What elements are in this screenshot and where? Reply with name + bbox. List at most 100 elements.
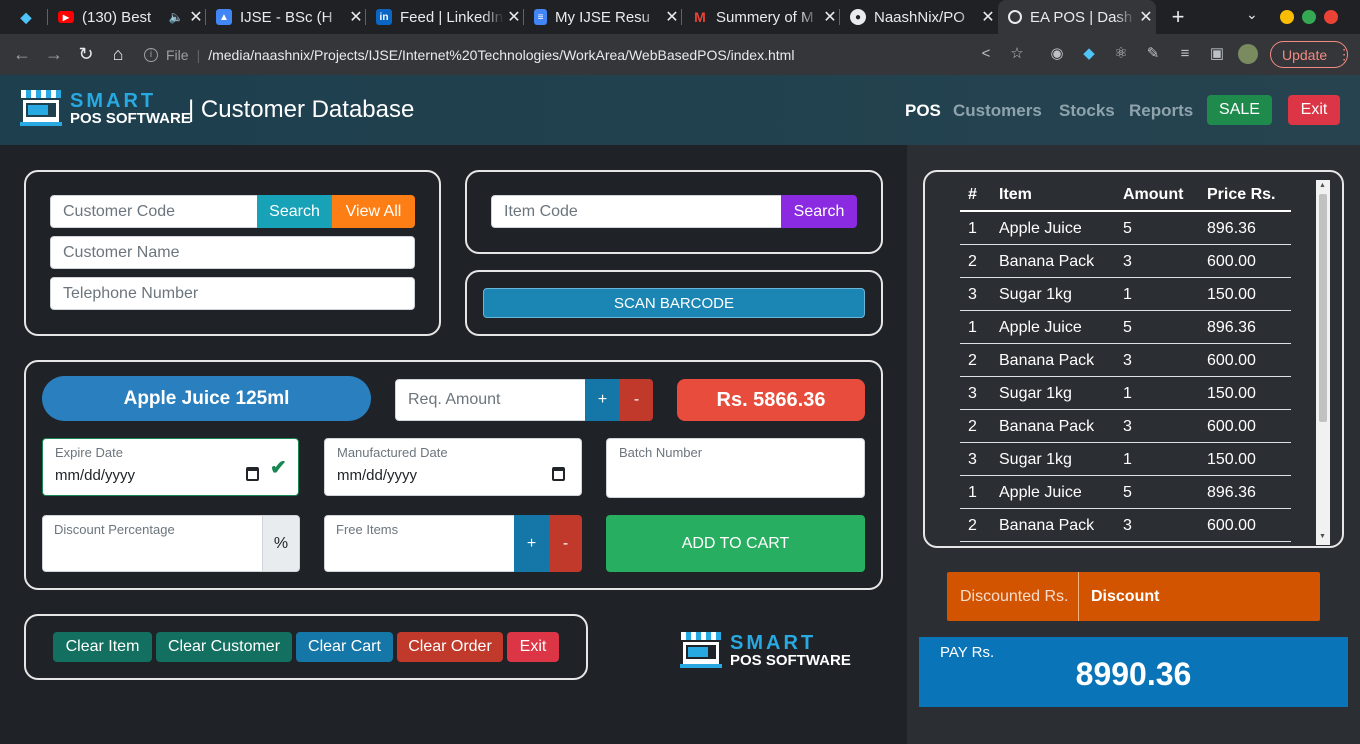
extension-react-icon[interactable]: ⚛ (1112, 45, 1130, 63)
sale-button[interactable]: SALE (1207, 95, 1272, 125)
table-row[interactable]: 2 Banana Pack 3 600.00 (960, 245, 1291, 278)
expire-date-value: mm/dd/yyyy (55, 467, 136, 484)
req-amount-input[interactable]: Req. Amount (395, 379, 587, 421)
cart-table-header: # Item Amount Price Rs. (960, 178, 1291, 212)
clear-item-button[interactable]: Clear Item (53, 632, 152, 662)
tab-pinned[interactable]: ◆ (8, 0, 48, 34)
app-logo[interactable]: SMART POS SOFTWARE (18, 88, 191, 128)
back-icon[interactable]: ← (10, 42, 34, 66)
clear-order-button[interactable]: Clear Order (397, 632, 503, 662)
row-price: 896.36 (1207, 220, 1256, 237)
update-button[interactable]: Update ⋮ (1270, 41, 1351, 68)
scroll-up-icon[interactable]: ▲ (1319, 182, 1326, 189)
calendar-icon[interactable] (552, 467, 565, 481)
row-amount: 1 (1123, 451, 1132, 468)
row-item: Sugar 1kg (999, 451, 1072, 468)
home-icon[interactable]: ⌂ (106, 42, 130, 66)
row-item: Apple Juice (999, 484, 1082, 501)
add-to-cart-button[interactable]: ADD TO CART (606, 515, 865, 572)
table-row[interactable]: 1 Apple Juice 5 896.36 (960, 476, 1291, 509)
close-icon[interactable]: ✕ (504, 7, 524, 27)
sidepanel-icon[interactable]: ▣ (1208, 45, 1226, 63)
chevron-down-icon[interactable]: ⌄ (1246, 6, 1258, 23)
address-bar[interactable]: i File | /media/naashnix/Projects/IJSE/I… (144, 40, 974, 70)
info-icon[interactable]: i (144, 48, 158, 62)
table-row[interactable]: 2 Banana Pack 3 600.00 (960, 344, 1291, 377)
table-row[interactable]: 1 Apple Juice 5 896.36 (960, 311, 1291, 344)
gem-icon: ◆ (20, 8, 32, 25)
close-icon[interactable]: ✕ (186, 7, 206, 27)
table-row[interactable]: 3 Sugar 1kg 1 150.00 (960, 377, 1291, 410)
tab-ijse[interactable]: ▲ IJSE - BSc (H ✕ (206, 0, 366, 34)
row-price: 600.00 (1207, 352, 1256, 369)
page-title: | Customer Database (188, 96, 415, 123)
maximize-button[interactable] (1302, 10, 1316, 24)
new-tab-icon[interactable]: + (1166, 4, 1190, 30)
github-icon: ● (850, 9, 866, 25)
row-number: 3 (968, 385, 977, 402)
free-items-minus-button[interactable]: - (549, 515, 582, 572)
tab-title: Summery of M (716, 8, 814, 26)
share-icon[interactable]: < (977, 45, 995, 63)
scroll-down-icon[interactable]: ▼ (1319, 533, 1326, 540)
nav-reports[interactable]: Reports (1129, 101, 1193, 121)
tab-ea-pos[interactable]: EA POS | Dash ✕ (998, 0, 1156, 34)
speaker-icon[interactable]: 🔈 (166, 10, 186, 24)
tab-youtube[interactable]: ▶ (130) Best 🔈 ✕ (48, 0, 206, 34)
cart-scrollbar[interactable]: ▲ ▼ (1316, 180, 1330, 545)
row-price: 600.00 (1207, 517, 1256, 534)
tab-docs[interactable]: ≡ My IJSE Resu ✕ (524, 0, 682, 34)
media-icon[interactable]: ≡ (1176, 45, 1194, 63)
actions-exit-button[interactable]: Exit (507, 632, 559, 662)
close-icon[interactable]: ✕ (1136, 7, 1156, 27)
close-icon[interactable]: ✕ (346, 7, 366, 27)
table-row[interactable]: 3 Sugar 1kg 1 150.00 (960, 278, 1291, 311)
telephone-input[interactable]: Telephone Number (50, 277, 415, 310)
table-row[interactable]: 1 Apple Juice 5 896.36 (960, 212, 1291, 245)
row-amount: 3 (1123, 253, 1132, 270)
calendar-icon[interactable] (246, 467, 259, 481)
clear-cart-button[interactable]: Clear Cart (296, 632, 393, 662)
req-amount-minus-button[interactable]: - (620, 379, 653, 421)
close-icon[interactable]: ✕ (820, 7, 840, 27)
logo-line1: SMART (730, 631, 817, 654)
extension-gem-icon[interactable]: ◆ (1080, 45, 1098, 63)
row-amount: 3 (1123, 352, 1132, 369)
tab-github[interactable]: ● NaashNix/PO ✕ (840, 0, 998, 34)
item-code-input[interactable]: Item Code (491, 195, 783, 228)
scan-barcode-button[interactable]: SCAN BARCODE (483, 288, 865, 318)
customer-code-input[interactable]: Customer Code (50, 195, 260, 228)
extensions-icon[interactable]: ✎ (1144, 45, 1162, 63)
nav-customers[interactable]: Customers (953, 101, 1042, 121)
cart-table: # Item Amount Price Rs. 1 Apple Juice 5 896… (960, 178, 1291, 544)
tab-linkedin[interactable]: in Feed | LinkedIn ✕ (366, 0, 524, 34)
customer-search-button[interactable]: Search (257, 195, 332, 228)
forward-icon[interactable]: → (42, 42, 66, 66)
profile-avatar[interactable] (1238, 44, 1258, 64)
free-items-plus-button[interactable]: + (514, 515, 549, 572)
nav-stocks[interactable]: Stocks (1059, 101, 1115, 121)
header-exit-button[interactable]: Exit (1288, 95, 1340, 125)
close-icon[interactable]: ✕ (978, 7, 998, 27)
req-amount-plus-button[interactable]: + (585, 379, 620, 421)
tab-gmail[interactable]: M Summery of M ✕ (682, 0, 840, 34)
reload-icon[interactable]: ↻ (74, 42, 98, 66)
customer-name-input[interactable]: Customer Name (50, 236, 415, 269)
item-search-button[interactable]: Search (781, 195, 857, 228)
star-icon[interactable]: ☆ (1008, 45, 1026, 63)
clear-customer-button[interactable]: Clear Customer (156, 632, 292, 662)
row-number: 2 (968, 352, 977, 369)
row-item: Banana Pack (999, 352, 1095, 369)
close-icon[interactable]: ✕ (662, 7, 682, 27)
view-all-button[interactable]: View All (332, 195, 415, 228)
extension-owl-icon[interactable]: ◉ (1048, 45, 1066, 63)
window-close-button[interactable] (1324, 10, 1338, 24)
table-row[interactable]: 2 Banana Pack 3 600.00 (960, 509, 1291, 542)
scrollbar-thumb[interactable] (1319, 194, 1327, 422)
browser-tab-strip: ◆ ▶ (130) Best 🔈 ✕ ▲ IJSE - BSc (H ✕ in … (0, 0, 1360, 34)
table-row[interactable]: 2 Banana Pack 3 600.00 (960, 410, 1291, 443)
table-row[interactable]: 3 Sugar 1kg 1 150.00 (960, 443, 1291, 476)
image-icon: ▲ (216, 9, 232, 25)
minimize-button[interactable] (1280, 10, 1294, 24)
nav-pos[interactable]: POS (905, 101, 941, 121)
